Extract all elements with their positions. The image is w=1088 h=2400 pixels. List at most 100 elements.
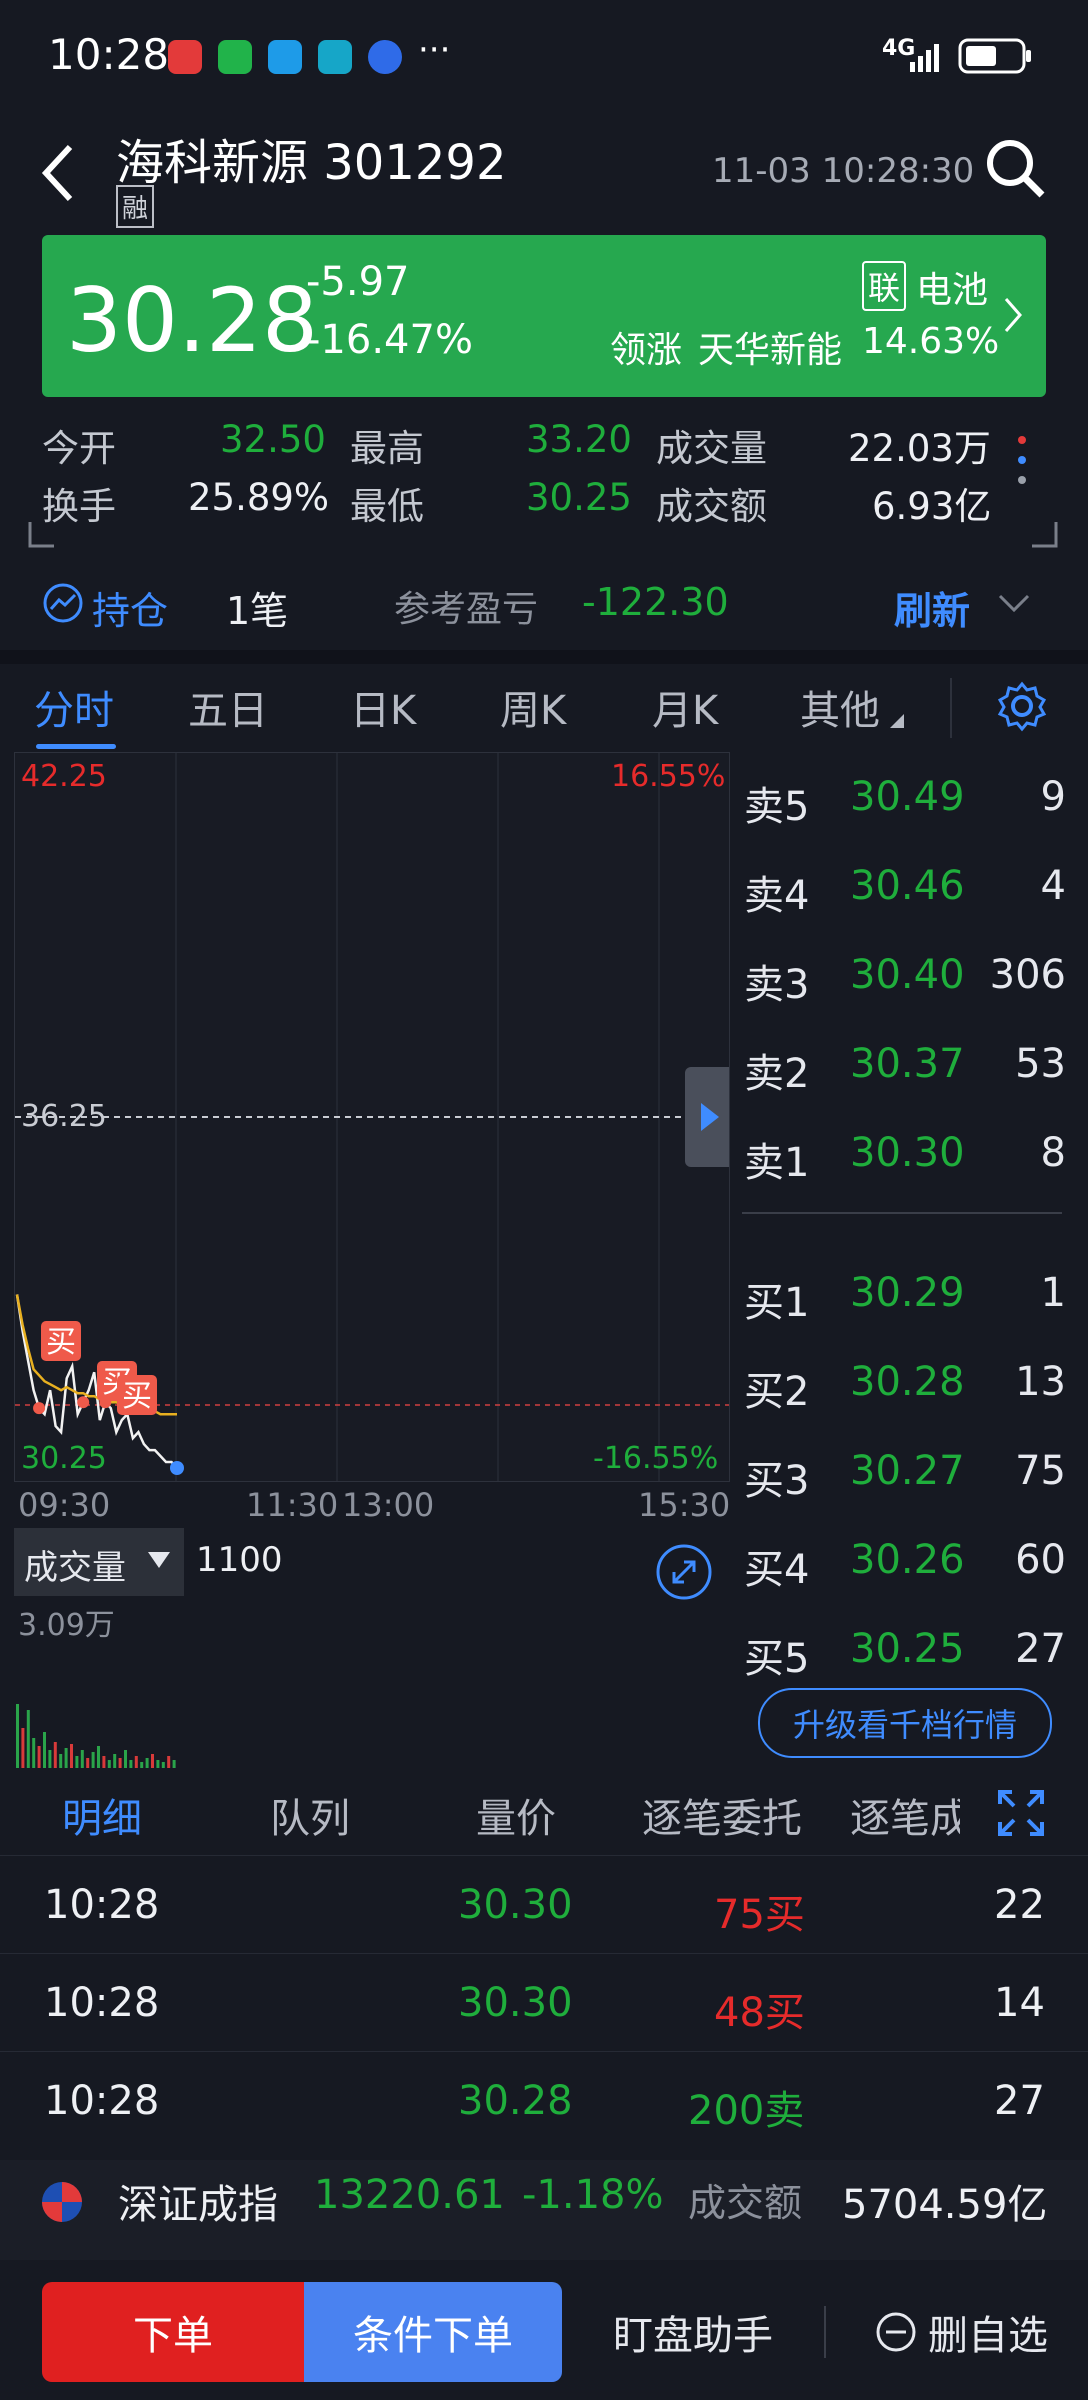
volume-current: 1100: [196, 1540, 283, 1580]
remove-watchlist-label: 删自选: [928, 2313, 1048, 2359]
tab-detail[interactable]: 明细: [62, 1786, 142, 1844]
volume-value: 22.03万: [848, 427, 991, 470]
tab-trade-by-trade[interactable]: 逐笔成: [850, 1786, 960, 1844]
expand-icon[interactable]: [996, 1788, 1046, 1838]
bid-row[interactable]: 买4 30.26 60: [728, 1527, 1088, 1607]
battery-icon: [958, 38, 1031, 74]
corner-mark-left: [28, 522, 54, 548]
volume-bar: [37, 1746, 41, 1768]
bid-quantity: 60: [1015, 1537, 1066, 1583]
margin-badge: 融: [116, 185, 155, 228]
ask-row[interactable]: 卖1 30.30 8: [728, 1120, 1088, 1200]
remove-watchlist-button[interactable]: 删自选: [866, 2282, 1056, 2382]
fullscreen-chart-icon[interactable]: [654, 1542, 714, 1602]
order-button-label: 下单: [133, 2313, 213, 2359]
ask-level-label: 卖1: [744, 1140, 810, 1186]
trade-point: [99, 1396, 112, 1409]
trade-row: 10:28 30.30 75买 22: [0, 1856, 1088, 1953]
volume-max-label: 3.09万: [18, 1608, 115, 1643]
caret-down-icon: [148, 1552, 170, 1568]
order-button[interactable]: 下单: [42, 2282, 304, 2382]
ask-row[interactable]: 卖3 30.40 306: [728, 942, 1088, 1022]
trade-row: 10:28 30.30 48买 14: [0, 1954, 1088, 2051]
status-time: 10:28: [48, 30, 170, 79]
ask-price: 30.37: [850, 1041, 965, 1087]
expand-orderbook-handle[interactable]: [685, 1067, 729, 1167]
tab-monthly-k[interactable]: 月K: [652, 678, 718, 736]
volume-bar: [97, 1746, 100, 1768]
tab-daily-k[interactable]: 日K: [350, 678, 416, 736]
volume-bar: [145, 1758, 149, 1768]
y-axis-mid-label: 36.25: [21, 1099, 107, 1134]
intraday-chart[interactable]: 买买买 42.25 16.55% 36.25 30.25 -16.55%: [14, 752, 730, 1482]
price-change-pct: -16.47%: [306, 317, 473, 363]
tab-volume-price[interactable]: 量价: [476, 1786, 556, 1844]
high-label: 最高: [350, 427, 424, 470]
ask-row[interactable]: 卖2 30.37 53: [728, 1031, 1088, 1111]
volume-indicator-label: 成交量: [24, 1548, 126, 1588]
amount-value: 6.93亿: [872, 485, 992, 528]
stock-title: 海科新源 301292: [116, 135, 507, 191]
collapse-icon[interactable]: [1030, 520, 1060, 550]
ask-level-label: 卖3: [744, 962, 810, 1008]
x-label-1300: 13:00: [342, 1486, 435, 1524]
ask-price: 30.30: [850, 1130, 965, 1176]
x-label-0930: 09:30: [18, 1486, 111, 1524]
ask-price: 30.49: [850, 774, 965, 820]
watch-assistant-button[interactable]: 盯盘助手: [600, 2282, 786, 2382]
current-price: 30.28: [66, 269, 318, 372]
quote-bar[interactable]: 30.28 -5.97 -16.47% 联 电池 领涨 天华新能 14.63%: [42, 235, 1046, 397]
volume-bar: [48, 1750, 52, 1768]
ask-level-label: 卖4: [744, 873, 810, 919]
search-icon[interactable]: [984, 137, 1048, 201]
trade-list: 10:28 30.30 75买 22 10:28 30.30 48买 14 10…: [0, 1856, 1088, 2150]
tab-intraday[interactable]: 分时: [34, 678, 114, 736]
trade-price: 30.30: [458, 1980, 573, 2026]
volume-chart[interactable]: 成交量 1100 3.09万: [14, 1528, 728, 1768]
position-icon: [43, 583, 83, 623]
chevron-down-icon[interactable]: [998, 594, 1030, 614]
orderbook-divider: [742, 1212, 1062, 1214]
volume-bar: [59, 1754, 63, 1768]
volume-bars: [16, 1704, 176, 1768]
settings-gear-icon[interactable]: [996, 680, 1048, 732]
bid-row[interactable]: 买2 30.28 13: [728, 1349, 1088, 1429]
back-icon[interactable]: [40, 143, 76, 203]
conditional-order-button[interactable]: 条件下单: [304, 2282, 562, 2382]
bid-row[interactable]: 买1 30.29 1: [728, 1260, 1088, 1340]
ask-row[interactable]: 卖4 30.46 4: [728, 853, 1088, 933]
lead-pct: 14.63%: [862, 321, 1000, 362]
y-axis-bottom-label: 30.25: [21, 1441, 107, 1476]
position-label[interactable]: 持仓: [92, 580, 168, 635]
play-right-icon: [701, 1103, 719, 1131]
bid-price: 30.29: [850, 1270, 965, 1316]
app-notification-icon: [168, 40, 202, 74]
open-value: 32.50: [220, 418, 326, 461]
more-dots-icon[interactable]: [1014, 432, 1030, 492]
upgrade-depth-button[interactable]: 升级看千档行情: [758, 1688, 1052, 1758]
tab-weekly-k[interactable]: 周K: [500, 678, 566, 736]
tab-five-day[interactable]: 五日: [188, 678, 268, 736]
volume-bar: [91, 1752, 95, 1768]
volume-indicator-select[interactable]: 成交量: [14, 1528, 184, 1596]
pct-bottom-label: -16.55%: [593, 1441, 719, 1476]
amount-label: 成交额: [656, 485, 767, 528]
message-icon: [268, 40, 302, 74]
bid-row[interactable]: 买3 30.27 75: [728, 1438, 1088, 1518]
tab-order-by-order[interactable]: 逐笔委托: [642, 1786, 802, 1844]
tab-queue[interactable]: 队列: [270, 1786, 350, 1844]
ask-quantity: 4: [1040, 863, 1066, 909]
volume-bar: [107, 1760, 111, 1768]
bid-row[interactable]: 买5 30.25 27: [728, 1616, 1088, 1696]
x-label-1530: 15:30: [638, 1486, 731, 1524]
ask-row[interactable]: 卖5 30.49 9: [728, 764, 1088, 844]
stats-panel: 今开 32.50 最高 33.20 成交量 22.03万 换手 25.89% 最…: [0, 410, 1088, 550]
tab-other[interactable]: 其他: [800, 678, 880, 736]
bid-quantity: 13: [1015, 1359, 1066, 1405]
low-value: 30.25: [526, 476, 632, 519]
refresh-button[interactable]: 刷新: [894, 580, 970, 635]
pl-value: -122.30: [582, 580, 729, 624]
turnover-value: 25.89%: [188, 476, 330, 519]
download-icon: [318, 40, 352, 74]
ask-quantity: 8: [1040, 1130, 1066, 1176]
